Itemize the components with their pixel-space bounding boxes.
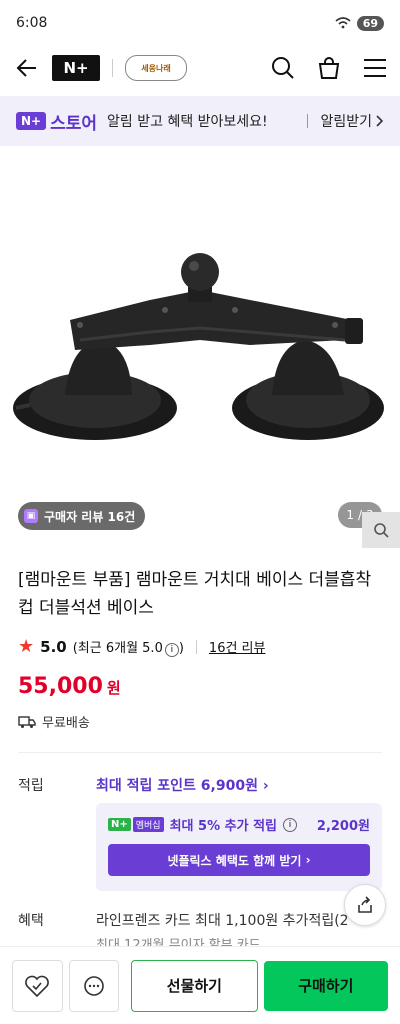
status-icons: 69 <box>335 15 384 31</box>
section-divider <box>18 752 382 753</box>
price-value: 55,000 <box>18 674 103 699</box>
chat-bubble-icon <box>84 975 104 996</box>
membership-points-box: N+ 멤버십 최대 5% 추가 적립 i 2,200원 넷플릭스 혜택도 함께 … <box>96 803 382 891</box>
review-icon: ▣ <box>24 509 38 523</box>
notification-banner[interactable]: N+ 스토어 알림 받고 혜택 받아보세요! 알림받기 <box>0 96 400 146</box>
price-currency: 원 <box>106 679 121 697</box>
pager-current: 1 <box>346 508 354 522</box>
rating-row: ★ 5.0 (최근 6개월 5.0 i) 16건 리뷰 <box>18 636 265 657</box>
status-time: 6:08 <box>16 15 48 31</box>
truck-icon <box>18 715 36 728</box>
floating-search-button[interactable] <box>362 512 400 548</box>
search-icon <box>272 57 294 79</box>
buy-button[interactable]: 구매하기 <box>263 960 388 1011</box>
info-icon[interactable]: i <box>283 817 298 832</box>
search-button[interactable] <box>270 55 296 81</box>
header-divider <box>112 59 113 77</box>
notification-subscribe-button[interactable]: 알림받기 <box>307 111 384 131</box>
nplus-membership-badge: N+ <box>108 818 131 831</box>
chat-button[interactable] <box>68 959 120 1012</box>
product-title: [램마운트 부품] 램마운트 거치대 베이스 더블흡착컵 더블석션 베이스 <box>18 570 372 618</box>
status-bar: 6:08 69 <box>0 0 400 46</box>
extra-points-amount: 2,200원 <box>316 819 370 834</box>
shipping-label: 무료배송 <box>42 716 90 731</box>
price: 55,000 원 <box>18 674 121 699</box>
store-label: 스토어 <box>50 113 98 134</box>
app-header: N+ 세웅나래 <box>0 46 400 90</box>
shopping-bag-icon <box>318 57 340 79</box>
max-points-link[interactable]: 최대 적립 포인트 6,900원 › <box>96 775 269 795</box>
wifi-icon <box>335 17 351 29</box>
review-count-link[interactable]: 16건 리뷰 <box>209 637 266 656</box>
banner-text: 알림 받고 혜택 받아보세요! <box>107 114 268 130</box>
star-icon: ★ <box>18 636 35 657</box>
bottom-action-bar: 선물하기 구매하기 <box>0 946 400 1024</box>
review-pill-label: 구매자 리뷰 16건 <box>44 509 136 524</box>
benefit-label: 혜택 <box>18 913 44 929</box>
rating-score: 5.0 <box>40 637 67 656</box>
suction-mount-image <box>13 253 384 440</box>
gift-button[interactable]: 선물하기 <box>131 959 258 1012</box>
nplus-badge: N+ <box>16 112 47 130</box>
chevron-right-icon <box>376 115 384 127</box>
share-button[interactable] <box>344 884 386 926</box>
store-logo[interactable]: 세웅나래 <box>125 55 187 81</box>
rating-divider <box>195 639 197 654</box>
netflix-benefit-button[interactable]: 넷플릭스 혜택도 함께 받기 › <box>108 844 370 876</box>
battery-indicator: 69 <box>356 15 384 31</box>
cart-button[interactable] <box>316 55 342 81</box>
info-icon[interactable]: i <box>164 642 179 657</box>
points-label: 적립 <box>18 778 44 794</box>
nplus-logo[interactable]: N+ <box>52 55 100 81</box>
back-button[interactable] <box>12 53 42 83</box>
share-icon <box>358 896 372 913</box>
membership-badge: 멤버십 <box>132 817 164 832</box>
heart-check-icon <box>25 975 50 997</box>
rating-detail: (최근 6개월 5.0 i) <box>72 640 184 657</box>
shipping-info: 무료배송 <box>18 712 90 731</box>
benefit-card-text: 라인프렌즈 카드 최대 1,100원 추가적립(2 <box>96 913 349 929</box>
extra-points-text: 최대 5% 추가 적립 <box>169 819 278 834</box>
hamburger-menu-icon <box>364 59 386 77</box>
arrow-left-icon <box>16 59 36 77</box>
menu-button[interactable] <box>362 55 388 81</box>
product-image[interactable] <box>0 150 400 540</box>
buyer-review-pill[interactable]: ▣ 구매자 리뷰 16건 <box>18 502 146 530</box>
search-icon <box>374 523 389 538</box>
wishlist-button[interactable] <box>12 959 63 1012</box>
subscribe-label: 알림받기 <box>320 114 372 130</box>
